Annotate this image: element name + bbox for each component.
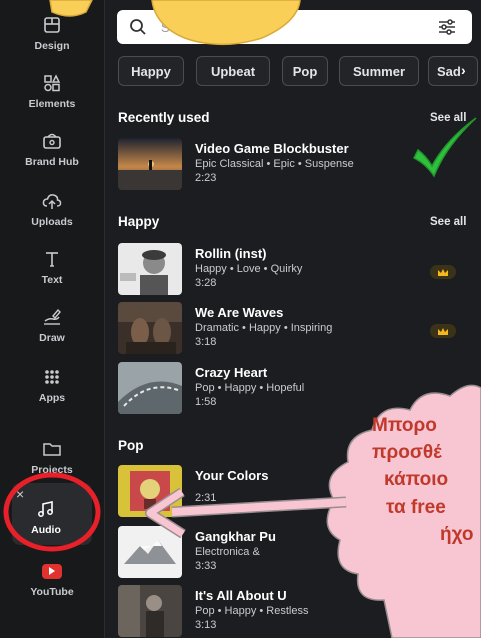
sidebar-item-label: Design (34, 40, 70, 52)
track-tags: Electronica & (195, 546, 260, 558)
track-title: It's All About U (195, 588, 287, 603)
track-title: Your Colors (195, 468, 269, 483)
annotation-text-line: Μπορο (372, 415, 437, 436)
track-thumbnail (118, 585, 182, 637)
chip-summer[interactable]: Summer (339, 56, 419, 86)
layout-icon (39, 12, 65, 38)
track-title: Gangkhar Pu (195, 529, 276, 544)
sidebar-item-draw[interactable]: Draw (0, 304, 104, 344)
youtube-icon (39, 558, 65, 584)
sidebar-item-youtube[interactable]: YouTube (0, 558, 104, 598)
folder-icon (39, 436, 65, 462)
annotation-text-line: τα free (386, 497, 446, 518)
track-tags: Happy • Love • Quirky (195, 263, 303, 275)
see-all-happy[interactable]: See all (430, 216, 466, 228)
sidebar-item-design[interactable]: Design (0, 12, 104, 52)
see-all-recent[interactable]: See all (430, 112, 466, 124)
music-note-icon (33, 496, 59, 522)
shapes-icon (39, 70, 65, 96)
chip-upbeat[interactable]: Upbeat (196, 56, 270, 86)
crown-icon (430, 265, 456, 279)
track-gangkhar-pu[interactable]: Gangkhar Pu Electronica & 3:33 (118, 526, 478, 580)
sidebar-item-projects[interactable]: Projects (0, 436, 104, 476)
track-crazy-heart[interactable]: Crazy Heart Pop • Happy • Hopeful 1:58 (118, 362, 478, 416)
track-thumbnail (118, 362, 182, 414)
track-thumbnail (118, 465, 182, 517)
sidebar-item-label: Uploads (31, 216, 73, 228)
track-title: Rollin (inst) (195, 246, 267, 261)
sidebar-item-label: Apps (38, 392, 66, 404)
chip-pop[interactable]: Pop (282, 56, 328, 86)
annotation-text-line: ήχο (440, 524, 474, 545)
apps-grid-icon (39, 364, 65, 390)
sidebar-item-label: Audio (31, 524, 61, 536)
sidebar-item-label: Projects (31, 464, 73, 476)
track-thumbnail (118, 138, 182, 190)
text-icon (39, 246, 65, 272)
track-duration: 3:18 (195, 336, 217, 348)
sidebar-item-label: Text (41, 274, 63, 286)
search-icon (129, 18, 147, 41)
search-input[interactable]: Se (117, 10, 472, 44)
sidebar-item-audio[interactable]: Audio (0, 496, 98, 536)
search-placeholder: Se (161, 20, 177, 35)
track-title: We Are Waves (195, 305, 284, 320)
track-title: Video Game Blockbuster (195, 141, 349, 156)
track-title: Crazy Heart (195, 365, 268, 380)
chip-sad[interactable]: Sad (428, 56, 478, 86)
section-title-recent: Recently used (118, 110, 210, 125)
draw-icon (39, 304, 65, 330)
crown-icon (430, 324, 456, 338)
sidebar-item-label: Elements (28, 98, 76, 110)
track-we-are-waves[interactable]: We Are Waves Dramatic • Happy • Inspirin… (118, 302, 478, 356)
chip-happy[interactable]: Happy (118, 56, 184, 86)
track-tags: Dramatic • Happy • Inspiring (195, 322, 333, 334)
track-video-game-blockbuster[interactable]: Video Game Blockbuster Epic Classical • … (118, 138, 478, 192)
section-title-pop: Pop (118, 438, 144, 453)
filter-icon[interactable] (437, 18, 457, 41)
track-duration: 3:33 (195, 560, 217, 572)
track-rollin[interactable]: Rollin (inst) Happy • Love • Quirky 3:28 (118, 243, 478, 297)
track-tags: Epic Classical • Epic • Suspense (195, 158, 354, 170)
brand-icon (39, 128, 65, 154)
section-title-happy: Happy (118, 214, 160, 229)
track-thumbnail (118, 302, 182, 354)
sidebar-item-label: YouTube (30, 586, 74, 598)
chip-label: Sad (437, 63, 461, 79)
track-thumbnail (118, 243, 182, 295)
track-duration: 3:13 (195, 619, 217, 631)
sidebar-item-uploads[interactable]: Uploads (0, 188, 104, 228)
annotation-text-line: κάποιο (384, 469, 449, 490)
annotation-text-line: προσθέ (372, 442, 442, 463)
sidebar-item-elements[interactable]: Elements (0, 70, 104, 110)
track-duration: 1:58 (195, 396, 217, 408)
track-tags: Pop • Happy • Hopeful (195, 382, 305, 394)
canva-audio-panel: Design Elements Brand Hub Uploads Text D… (0, 0, 481, 638)
track-tags: Pop • Happy • Restless (195, 605, 309, 617)
track-thumbnail (118, 526, 182, 578)
track-duration: 2:23 (195, 172, 217, 184)
chevron-right-icon[interactable]: › (461, 62, 466, 78)
track-duration: 3:28 (195, 277, 217, 289)
cloud-upload-icon (39, 188, 65, 214)
sidebar-item-label: Draw (39, 332, 65, 344)
track-its-all-about-u[interactable]: It's All About U Pop • Happy • Restless … (118, 585, 478, 638)
sidebar-item-text[interactable]: Text (0, 246, 104, 286)
track-duration: 2:31 (195, 492, 217, 504)
sidebar-item-brand-hub[interactable]: Brand Hub (0, 128, 104, 168)
sidebar-item-label: Brand Hub (25, 156, 79, 168)
sidebar-item-apps[interactable]: Apps (0, 364, 104, 404)
